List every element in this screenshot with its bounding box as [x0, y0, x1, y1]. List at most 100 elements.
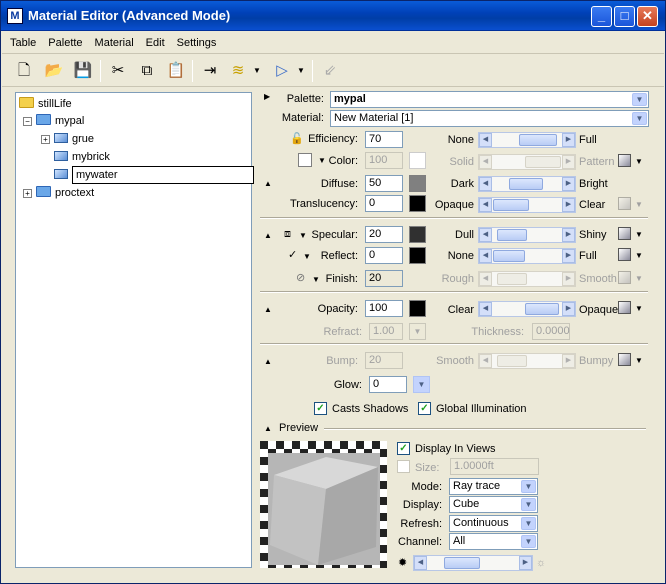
color-checkbox[interactable] [298, 153, 312, 167]
thickness-input[interactable]: 0.0000 [532, 323, 570, 340]
collapse-triangle-icon[interactable]: ▲ [264, 357, 272, 366]
expand-icon[interactable]: + [23, 189, 32, 198]
size-input[interactable]: 1.0000ft [450, 458, 539, 475]
translucency-input[interactable]: 0 [365, 195, 403, 212]
chevron-down-icon[interactable]: ▼ [251, 59, 263, 83]
material-select[interactable]: New Material [1] ▼ [330, 110, 649, 127]
opacity-swatch[interactable] [409, 300, 426, 317]
minimize-button[interactable]: _ [591, 6, 612, 27]
efficiency-slider[interactable]: ◀ ▶ [478, 132, 576, 148]
assign-icon[interactable]: ⇥ [198, 59, 222, 83]
expand-icon[interactable]: + [41, 135, 50, 144]
diffuse-swatch[interactable] [409, 175, 426, 192]
rename-input[interactable]: mywater [72, 166, 254, 184]
tree-node-root[interactable]: stillLife [19, 96, 72, 112]
menu-palette[interactable]: Palette [40, 32, 86, 49]
cut-icon[interactable]: ✂ [106, 59, 130, 83]
display-select[interactable]: Cube ▼ [449, 496, 538, 513]
specular-input[interactable]: 20 [365, 226, 403, 243]
diffuse-input[interactable]: 50 [365, 175, 403, 192]
check-icon[interactable]: ✓ [288, 248, 297, 262]
chevron-down-icon[interactable]: ▼ [635, 200, 643, 209]
finish-label: Finish: [325, 273, 358, 285]
reflect-swatch[interactable] [409, 247, 426, 264]
collapse-icon[interactable]: − [23, 117, 32, 126]
cube-icon[interactable] [618, 301, 631, 314]
cube-icon[interactable] [618, 227, 631, 240]
menu-table[interactable]: Table [2, 32, 40, 49]
paste-icon[interactable]: 📋 [164, 59, 188, 83]
palette-select[interactable]: mypal ▼ [330, 91, 649, 108]
select-icon[interactable]: ▷ [270, 59, 294, 83]
chevron-down-icon[interactable]: ▼ [635, 251, 643, 260]
collapse-triangle-icon[interactable]: ▲ [264, 179, 272, 188]
tree-node-palette[interactable]: proctext [36, 185, 94, 201]
opacity-slider[interactable]: ◀ ▶ [478, 301, 576, 317]
cube-icon[interactable] [618, 271, 631, 284]
properties-panel: ▶ Palette: mypal ▼ Material: New Material… [258, 87, 660, 572]
collapse-triangle-icon[interactable]: ▲ [264, 424, 272, 433]
new-icon[interactable]: 🗋 [12, 59, 36, 83]
chevron-down-icon[interactable]: ▼ [635, 230, 643, 239]
cube-icon[interactable] [618, 353, 631, 366]
menu-settings[interactable]: Settings [169, 32, 221, 49]
chevron-down-icon[interactable]: ▼ [635, 356, 643, 365]
size-checkbox[interactable] [397, 460, 410, 473]
cube-icon[interactable] [618, 154, 631, 167]
finish-input[interactable]: 20 [365, 270, 403, 287]
casts-shadows-checkbox[interactable]: ✓ [314, 402, 327, 415]
reflect-slider[interactable]: ◀ ▶ [478, 248, 576, 264]
global-illumination-checkbox[interactable]: ✓ [418, 402, 431, 415]
color-slider[interactable]: ◀ ▶ [478, 154, 576, 170]
color-swatch[interactable] [409, 152, 426, 169]
close-button[interactable]: ✕ [637, 6, 658, 27]
preview-image[interactable] [260, 441, 387, 568]
bump-input[interactable]: 20 [365, 352, 403, 369]
specular-slider[interactable]: ◀ ▶ [478, 227, 576, 243]
tree-node-material[interactable]: grue [54, 131, 94, 147]
cube-icon[interactable] [618, 197, 631, 210]
mode-select[interactable]: Ray trace ▼ [449, 478, 538, 495]
opacity-input[interactable]: 100 [365, 300, 403, 317]
chevron-down-icon[interactable]: ▼ [413, 376, 430, 393]
finish-slider[interactable]: ◀ ▶ [478, 271, 576, 287]
save-icon[interactable]: 💾 [71, 59, 95, 83]
finish-map-icon[interactable]: ⊘ [296, 271, 305, 285]
refresh-select[interactable]: Continuous ▼ [449, 515, 538, 532]
chevron-down-icon: ▼ [632, 112, 647, 125]
reflect-input[interactable]: 0 [365, 247, 403, 264]
tree-node-editing[interactable]: mywater [54, 166, 254, 184]
cube-icon[interactable] [618, 248, 631, 261]
chevron-down-icon[interactable]: ▼ [635, 304, 643, 313]
specular-map-icon[interactable]: ⧈ [284, 227, 291, 241]
tree-node-material[interactable]: mybrick [54, 149, 110, 165]
chevron-down-icon[interactable]: ▼ [299, 231, 307, 240]
menu-edit[interactable]: Edit [138, 32, 169, 49]
efficiency-input[interactable]: 70 [365, 131, 403, 148]
collapse-triangle-icon[interactable]: ▲ [264, 231, 272, 240]
translucency-slider[interactable]: ◀ ▶ [478, 197, 576, 213]
chevron-down-icon[interactable]: ▼ [409, 323, 426, 340]
chevron-down-icon[interactable]: ▼ [635, 157, 643, 166]
layers-icon[interactable]: ≋ [226, 59, 250, 83]
title-bar[interactable]: M Material Editor (Advanced Mode) _ □ ✕ [1, 1, 665, 31]
refract-input[interactable]: 1.00 [369, 323, 403, 340]
diffuse-slider[interactable]: ◀ ▶ [478, 176, 576, 192]
copy-icon[interactable]: ⧉ [135, 59, 159, 83]
glow-input[interactable]: 0 [369, 376, 407, 393]
brightness-slider[interactable]: ◀ ▶ [413, 555, 533, 571]
menu-material[interactable]: Material [87, 32, 138, 49]
expand-triangle-icon[interactable]: ▶ [264, 92, 270, 101]
chevron-down-icon[interactable]: ▼ [295, 59, 307, 83]
chevron-down-icon[interactable]: ▼ [635, 274, 643, 283]
display-in-views-checkbox[interactable]: ✓ [397, 442, 410, 455]
collapse-triangle-icon[interactable]: ▲ [264, 305, 272, 314]
bump-slider[interactable]: ◀ ▶ [478, 353, 576, 369]
specular-swatch[interactable] [409, 226, 426, 243]
tree-node-palette[interactable]: mypal [36, 113, 84, 129]
channel-select[interactable]: All ▼ [449, 533, 538, 550]
maximize-button[interactable]: □ [614, 6, 635, 27]
import-icon[interactable]: ⇙ [318, 59, 342, 83]
open-icon[interactable]: 📂 [42, 59, 66, 83]
color-input[interactable]: 100 [365, 152, 403, 169]
